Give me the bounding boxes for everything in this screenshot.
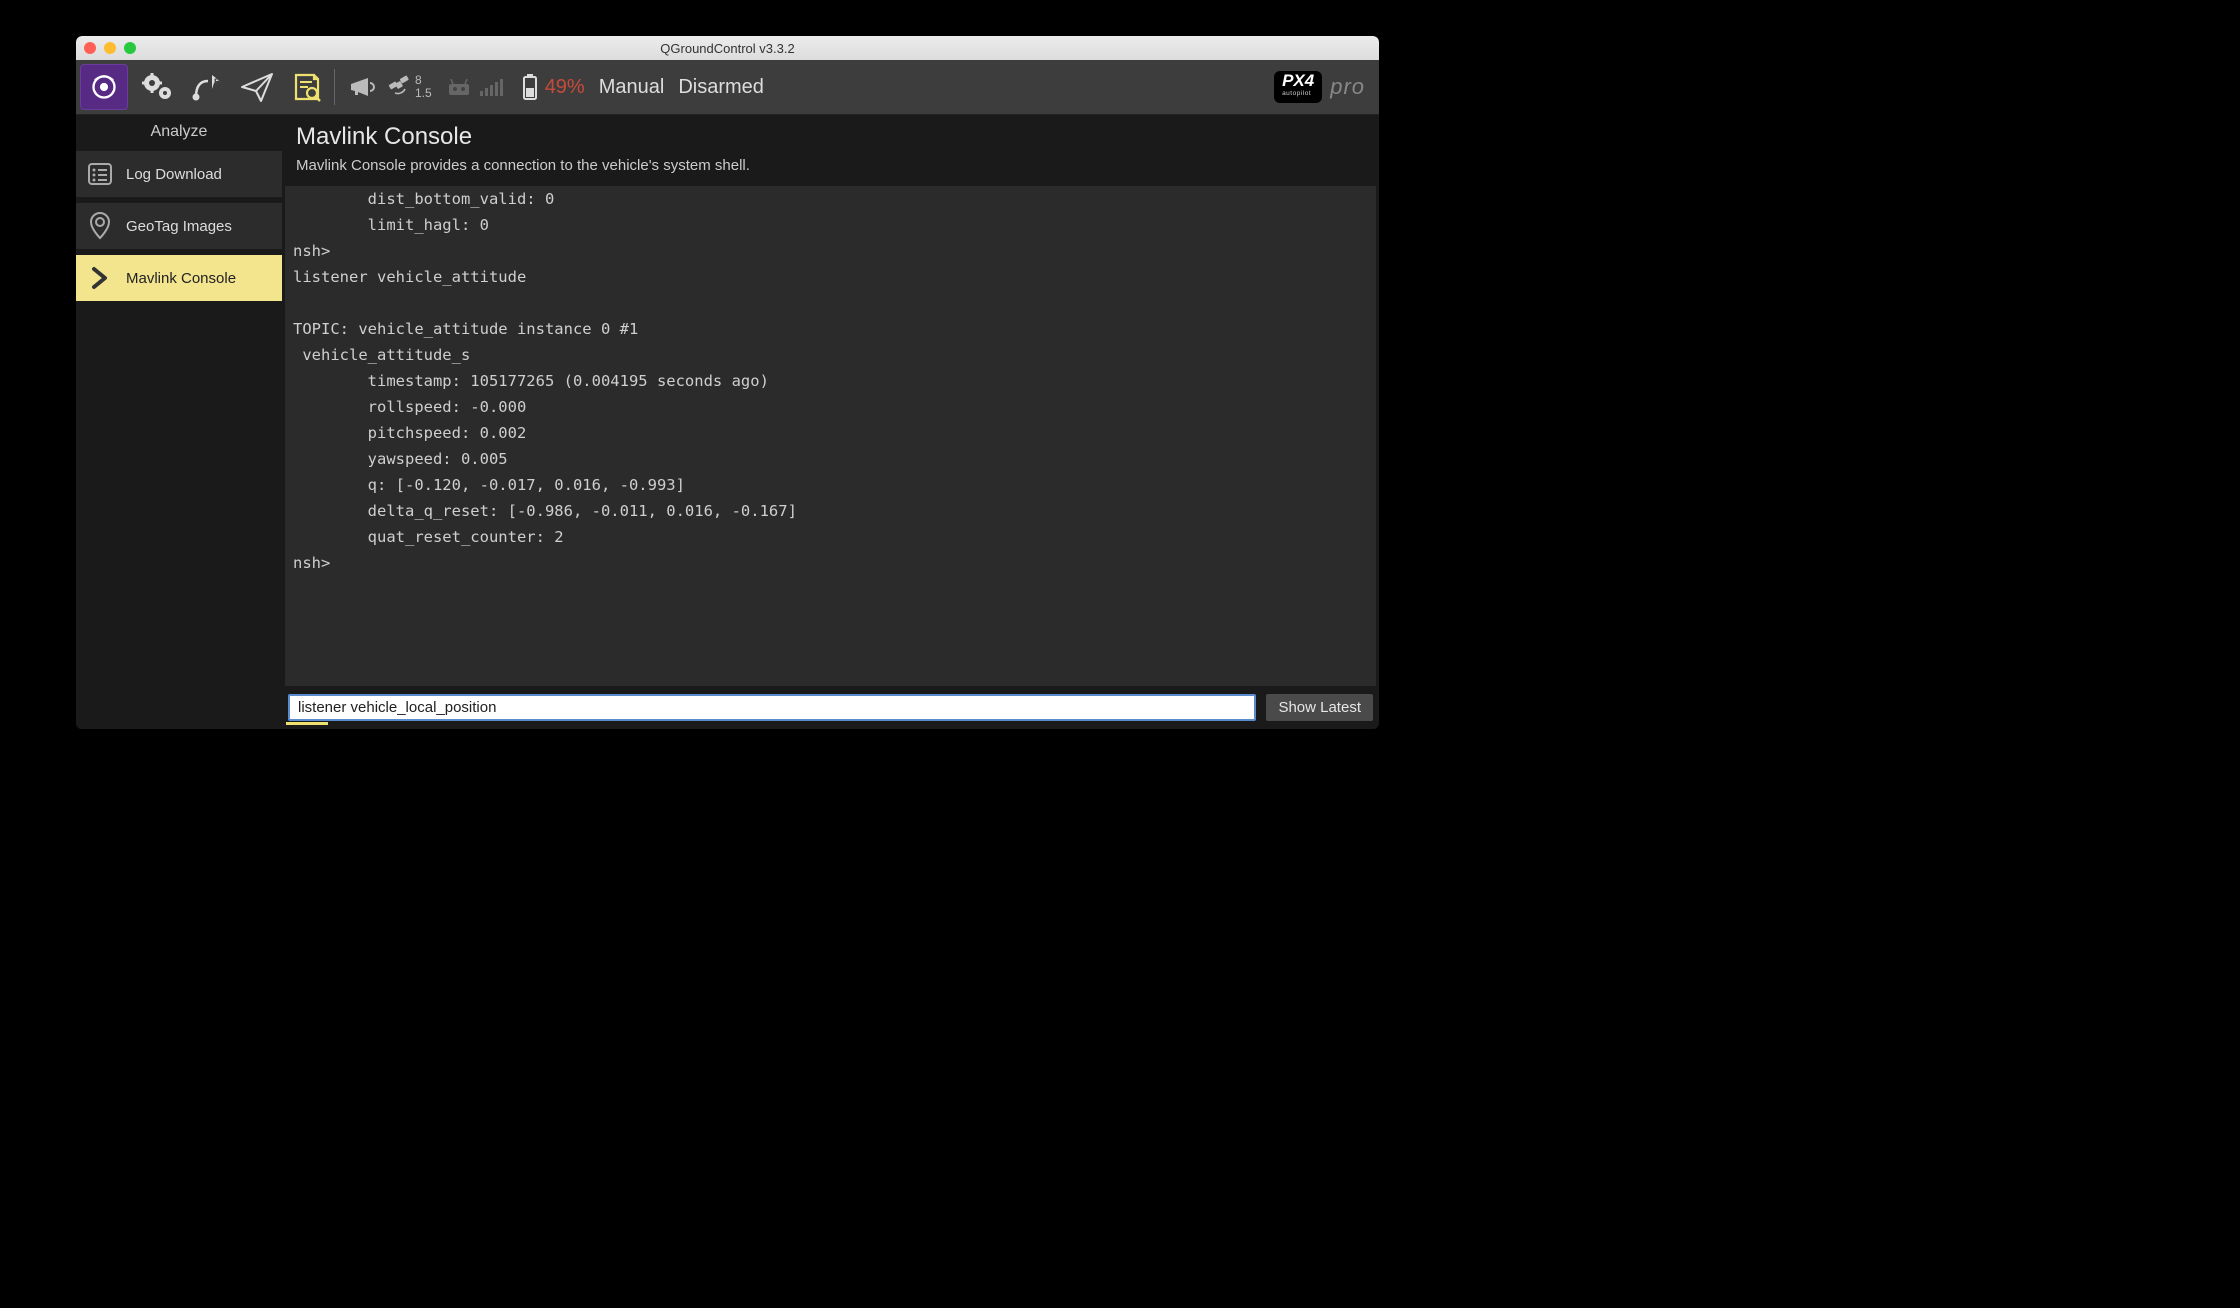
sidebar-title: Analyze: [76, 115, 282, 151]
gps-readout: 8 1.5: [415, 74, 432, 100]
close-window-button[interactable]: [84, 42, 96, 54]
main-header: Mavlink Console Mavlink Console provides…: [282, 115, 1379, 180]
window-title: QGroundControl v3.3.2: [76, 41, 1379, 56]
signal-bars-icon: [480, 78, 503, 96]
analyze-sidebar: Analyze Log Download: [76, 115, 282, 729]
brand-logo: PX4autopilot pro: [1274, 71, 1365, 103]
app-logo-button[interactable]: [80, 64, 128, 110]
battery-percent: 49%: [545, 76, 585, 99]
plan-button[interactable]: B: [182, 60, 232, 115]
page-title: Mavlink Console: [296, 123, 1365, 151]
gps-hdop: 1.5: [415, 87, 432, 100]
pro-label: pro: [1330, 74, 1365, 100]
svg-text:B: B: [214, 77, 221, 87]
page-subtitle: Mavlink Console provides a connection to…: [296, 157, 1365, 174]
gps-status[interactable]: 8 1.5: [385, 73, 432, 101]
paper-plane-icon: [239, 71, 275, 103]
titlebar: QGroundControl v3.3.2: [76, 36, 1379, 60]
flight-mode[interactable]: Manual: [599, 76, 665, 99]
qgc-logo-icon: [90, 73, 118, 101]
sidebar-item-log-download[interactable]: Log Download: [76, 151, 282, 197]
battery-status[interactable]: 49%: [521, 73, 585, 101]
analyze-icon: [290, 71, 324, 103]
waypoint-icon: B: [190, 71, 224, 103]
toolbar-separator: [334, 69, 335, 105]
px4-badge-icon: PX4autopilot: [1274, 71, 1322, 103]
sidebar-item-label: GeoTag Images: [126, 218, 232, 235]
main-toolbar: B: [76, 60, 1379, 115]
command-bar: Show Latest: [282, 686, 1379, 729]
settings-button[interactable]: [132, 60, 182, 115]
window-controls: [84, 42, 136, 54]
command-input[interactable]: [288, 694, 1256, 721]
map-pin-icon: [87, 211, 113, 241]
arm-status[interactable]: Disarmed: [678, 76, 764, 99]
sidebar-item-geotag-images[interactable]: GeoTag Images: [76, 203, 282, 249]
telemetry-status[interactable]: [446, 76, 503, 98]
console-output[interactable]: dist_bottom_valid: 0 limit_hagl: 0 nsh> …: [285, 186, 1376, 686]
chevron-right-icon: [90, 266, 110, 290]
fly-button[interactable]: [232, 60, 282, 115]
list-icon: [86, 160, 114, 188]
app-window: QGroundControl v3.3.2: [76, 36, 1379, 729]
rc-icon: [446, 76, 472, 98]
megaphone-icon: [347, 74, 377, 100]
content-area: Analyze Log Download: [76, 115, 1379, 729]
sidebar-item-label: Mavlink Console: [126, 270, 236, 287]
satellite-icon: [385, 73, 413, 101]
zoom-window-button[interactable]: [124, 42, 136, 54]
main-panel: Mavlink Console Mavlink Console provides…: [282, 115, 1379, 729]
messages-button[interactable]: [341, 60, 383, 115]
analyze-button[interactable]: [282, 60, 332, 115]
gears-icon: [140, 72, 174, 102]
battery-icon: [521, 73, 539, 101]
show-latest-button[interactable]: Show Latest: [1266, 694, 1373, 721]
sidebar-item-label: Log Download: [126, 166, 222, 183]
minimize-window-button[interactable]: [104, 42, 116, 54]
sidebar-item-mavlink-console[interactable]: Mavlink Console: [76, 255, 282, 301]
